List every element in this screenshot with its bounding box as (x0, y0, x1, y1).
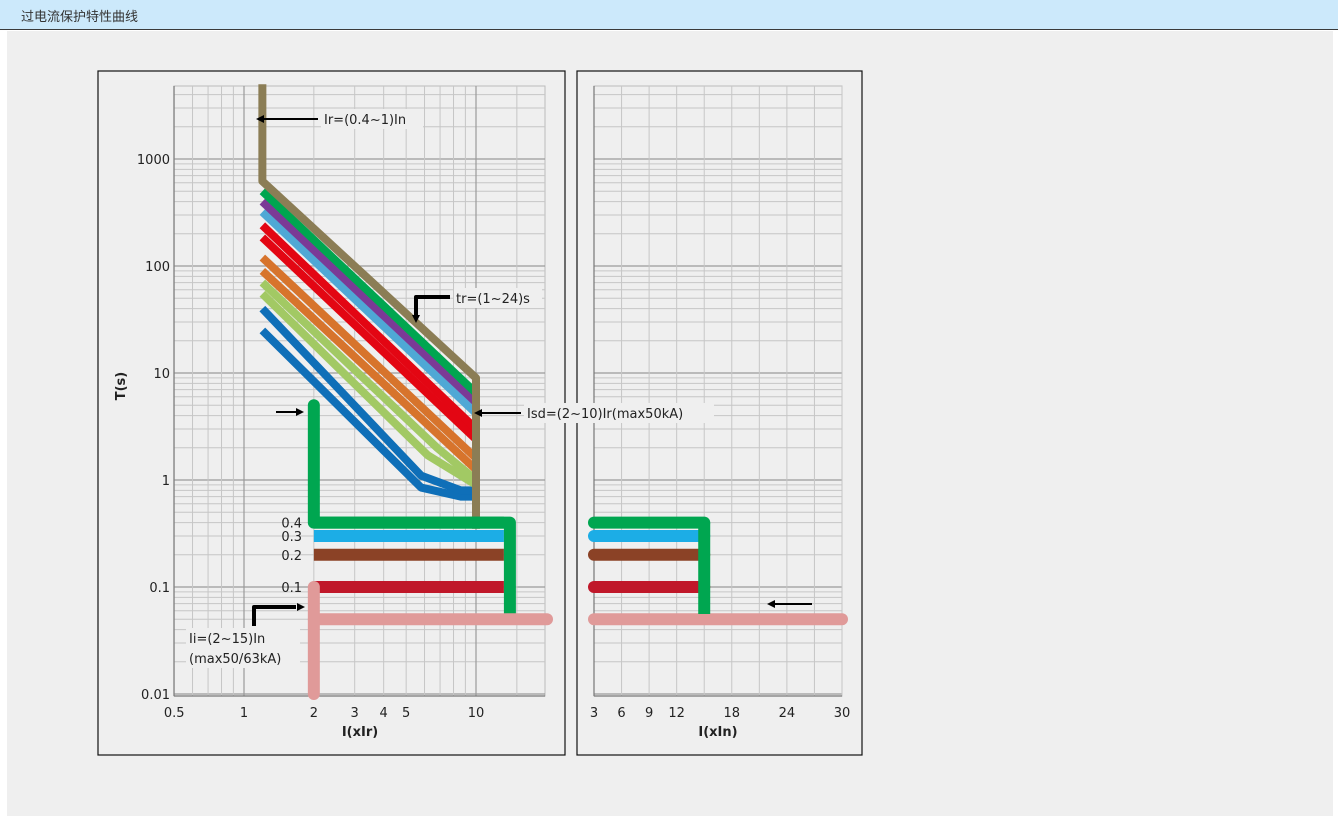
short-time-label: 0.3 (281, 530, 302, 545)
x-tick-label: 5 (402, 706, 410, 721)
x-axis-title: I(xIr) (342, 725, 378, 740)
ii-annotation: Ii=(2~15)In (189, 632, 265, 647)
x-tick-label: 4 (380, 706, 388, 721)
x-tick-label: 9 (645, 706, 653, 721)
y-tick-label: 1 (162, 474, 170, 489)
tr-annotation: tr=(1~24)s (456, 292, 530, 307)
page-title: 过电流保护特性曲线 (21, 10, 139, 25)
x-tick-label: 3 (590, 706, 598, 721)
x-tick-label: 6 (617, 706, 625, 721)
isd-annotation: Isd=(2~10)Ir(max50kA) (527, 407, 683, 422)
y-tick-label: 0.01 (141, 688, 170, 703)
x-tick-label: 1 (240, 706, 248, 721)
chart-area: 0.01 0.1 1 10 100 1000 0.5 1 2 3 4 5 10 I(xIr) T(s) 0.1… (7, 31, 1333, 816)
x-tick-label: 18 (724, 706, 741, 721)
y-axis-title: T(s) (114, 372, 129, 401)
x-tick-label: 2 (310, 706, 318, 721)
x-tick-label: 10 (468, 706, 485, 721)
short-time-label: 0.4 (281, 517, 302, 532)
short-time-label: 0.2 (281, 549, 302, 564)
ii-annotation-sub: (max50/63kA) (189, 652, 281, 667)
y-tick-label: 10 (153, 367, 170, 382)
x-axis-title: I(xIn) (698, 725, 737, 740)
x-tick-label: 12 (668, 706, 685, 721)
header-bar: 过电流保护特性曲线 (0, 0, 1338, 30)
ir-annotation: Ir=(0.4~1)In (324, 113, 406, 128)
x-tick-label: 30 (834, 706, 851, 721)
y-tick-label: 100 (145, 260, 170, 275)
x-tick-label: 24 (779, 706, 796, 721)
x-tick-label: 0.5 (164, 706, 185, 721)
x-tick-label: 3 (351, 706, 359, 721)
tcc-chart-svg: 0.010.111010010000.5 1 2 3 4 5 10I(xIr)T(s)0.1… (97, 70, 863, 756)
y-tick-label: 1000 (137, 153, 170, 168)
y-tick-label: 0.1 (149, 581, 170, 596)
short-time-label: 0.1 (281, 581, 302, 596)
